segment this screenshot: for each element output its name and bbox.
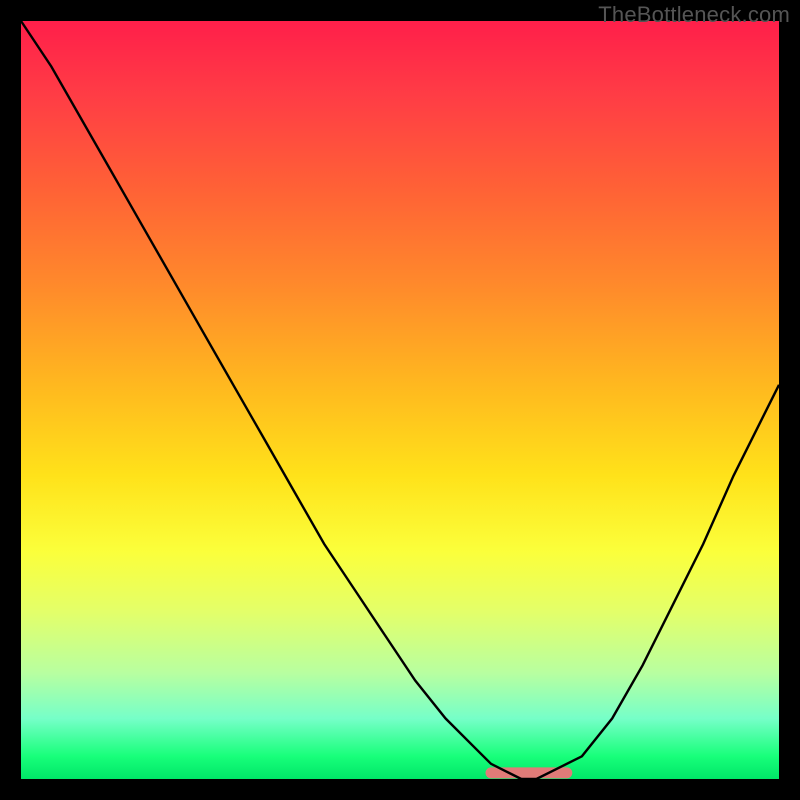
bottleneck-curve [21,21,779,779]
chart-frame: TheBottleneck.com [0,0,800,800]
plot-area [21,21,779,779]
watermark-text: TheBottleneck.com [598,2,790,28]
bottleneck-curve-svg [21,21,779,779]
